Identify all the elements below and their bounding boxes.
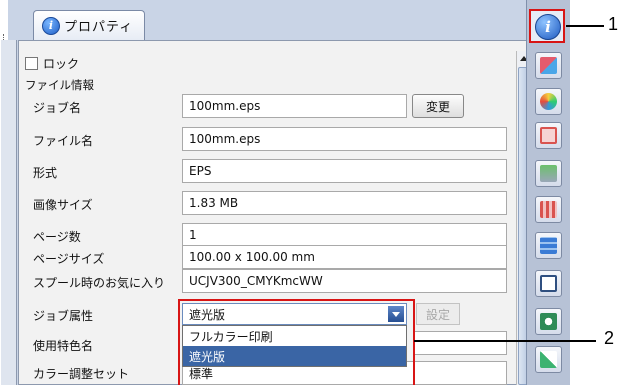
- quality-icon[interactable]: [535, 88, 562, 115]
- settings-button[interactable]: 設定: [416, 303, 460, 325]
- callout-box-2: [178, 299, 415, 385]
- color-adjust-set-label: カラー調整セット: [33, 367, 130, 381]
- lock-label: ロック: [43, 57, 80, 71]
- callout-1: 1: [608, 14, 619, 34]
- spool-favorite-field[interactable]: UCJV300_CMYKmcWW: [182, 269, 507, 293]
- frame-icon[interactable]: [535, 122, 562, 149]
- job-attribute-label: ジョブ属性: [33, 309, 94, 323]
- format-field[interactable]: EPS: [182, 159, 507, 183]
- spot-color-field[interactable]: [414, 331, 507, 355]
- page-count-label: ページ数: [33, 230, 81, 244]
- variable-icon[interactable]: [535, 308, 562, 335]
- file-name-label: ファイル名: [33, 134, 94, 148]
- job-name-field[interactable]: 100mm.eps: [182, 94, 407, 118]
- layout-icon[interactable]: [535, 52, 562, 79]
- info-icon: i: [535, 14, 561, 40]
- page-size-field[interactable]: 100.00 x 100.00 mm: [182, 245, 507, 269]
- properties-panel: ロック ファイル情報 ジョブ名 100mm.eps 変更 ファイル名 100mm…: [18, 40, 531, 385]
- tile-icon[interactable]: [535, 232, 562, 259]
- spot-color-label: 使用特色名: [33, 339, 94, 353]
- page-count-field[interactable]: 1: [182, 223, 507, 247]
- callout-2: 2: [604, 328, 615, 348]
- cut-icon[interactable]: [535, 196, 562, 223]
- tab-properties-label: プロパティ: [64, 20, 134, 35]
- callout-1-leader: [566, 25, 604, 27]
- change-button[interactable]: 変更: [412, 94, 464, 118]
- image-size-field[interactable]: 1.83 MB: [182, 191, 507, 215]
- properties-icon: i: [42, 16, 60, 35]
- info-button[interactable]: i: [529, 9, 565, 43]
- job-name-label: ジョブ名: [33, 101, 82, 115]
- layer-icon[interactable]: [535, 346, 562, 373]
- lock-checkbox-row[interactable]: ロック: [25, 55, 79, 72]
- callout-2-leader: [414, 340, 596, 342]
- lock-checkbox[interactable]: [25, 57, 38, 70]
- page-size-label: ページサイズ: [33, 252, 105, 266]
- section-file-info: ファイル情報: [25, 78, 94, 92]
- preview-icon[interactable]: [535, 270, 562, 297]
- left-strip: [1, 40, 17, 385]
- image-size-label: 画像サイズ: [33, 198, 93, 212]
- file-name-field[interactable]: 100mm.eps: [182, 127, 507, 151]
- tool-sidebar: [526, 0, 570, 385]
- format-label: 形式: [33, 166, 58, 180]
- spool-favorite-label: スプール時のお気に入り: [33, 276, 166, 290]
- tab-properties[interactable]: i プロパティ: [33, 10, 145, 40]
- print-icon[interactable]: [535, 160, 562, 187]
